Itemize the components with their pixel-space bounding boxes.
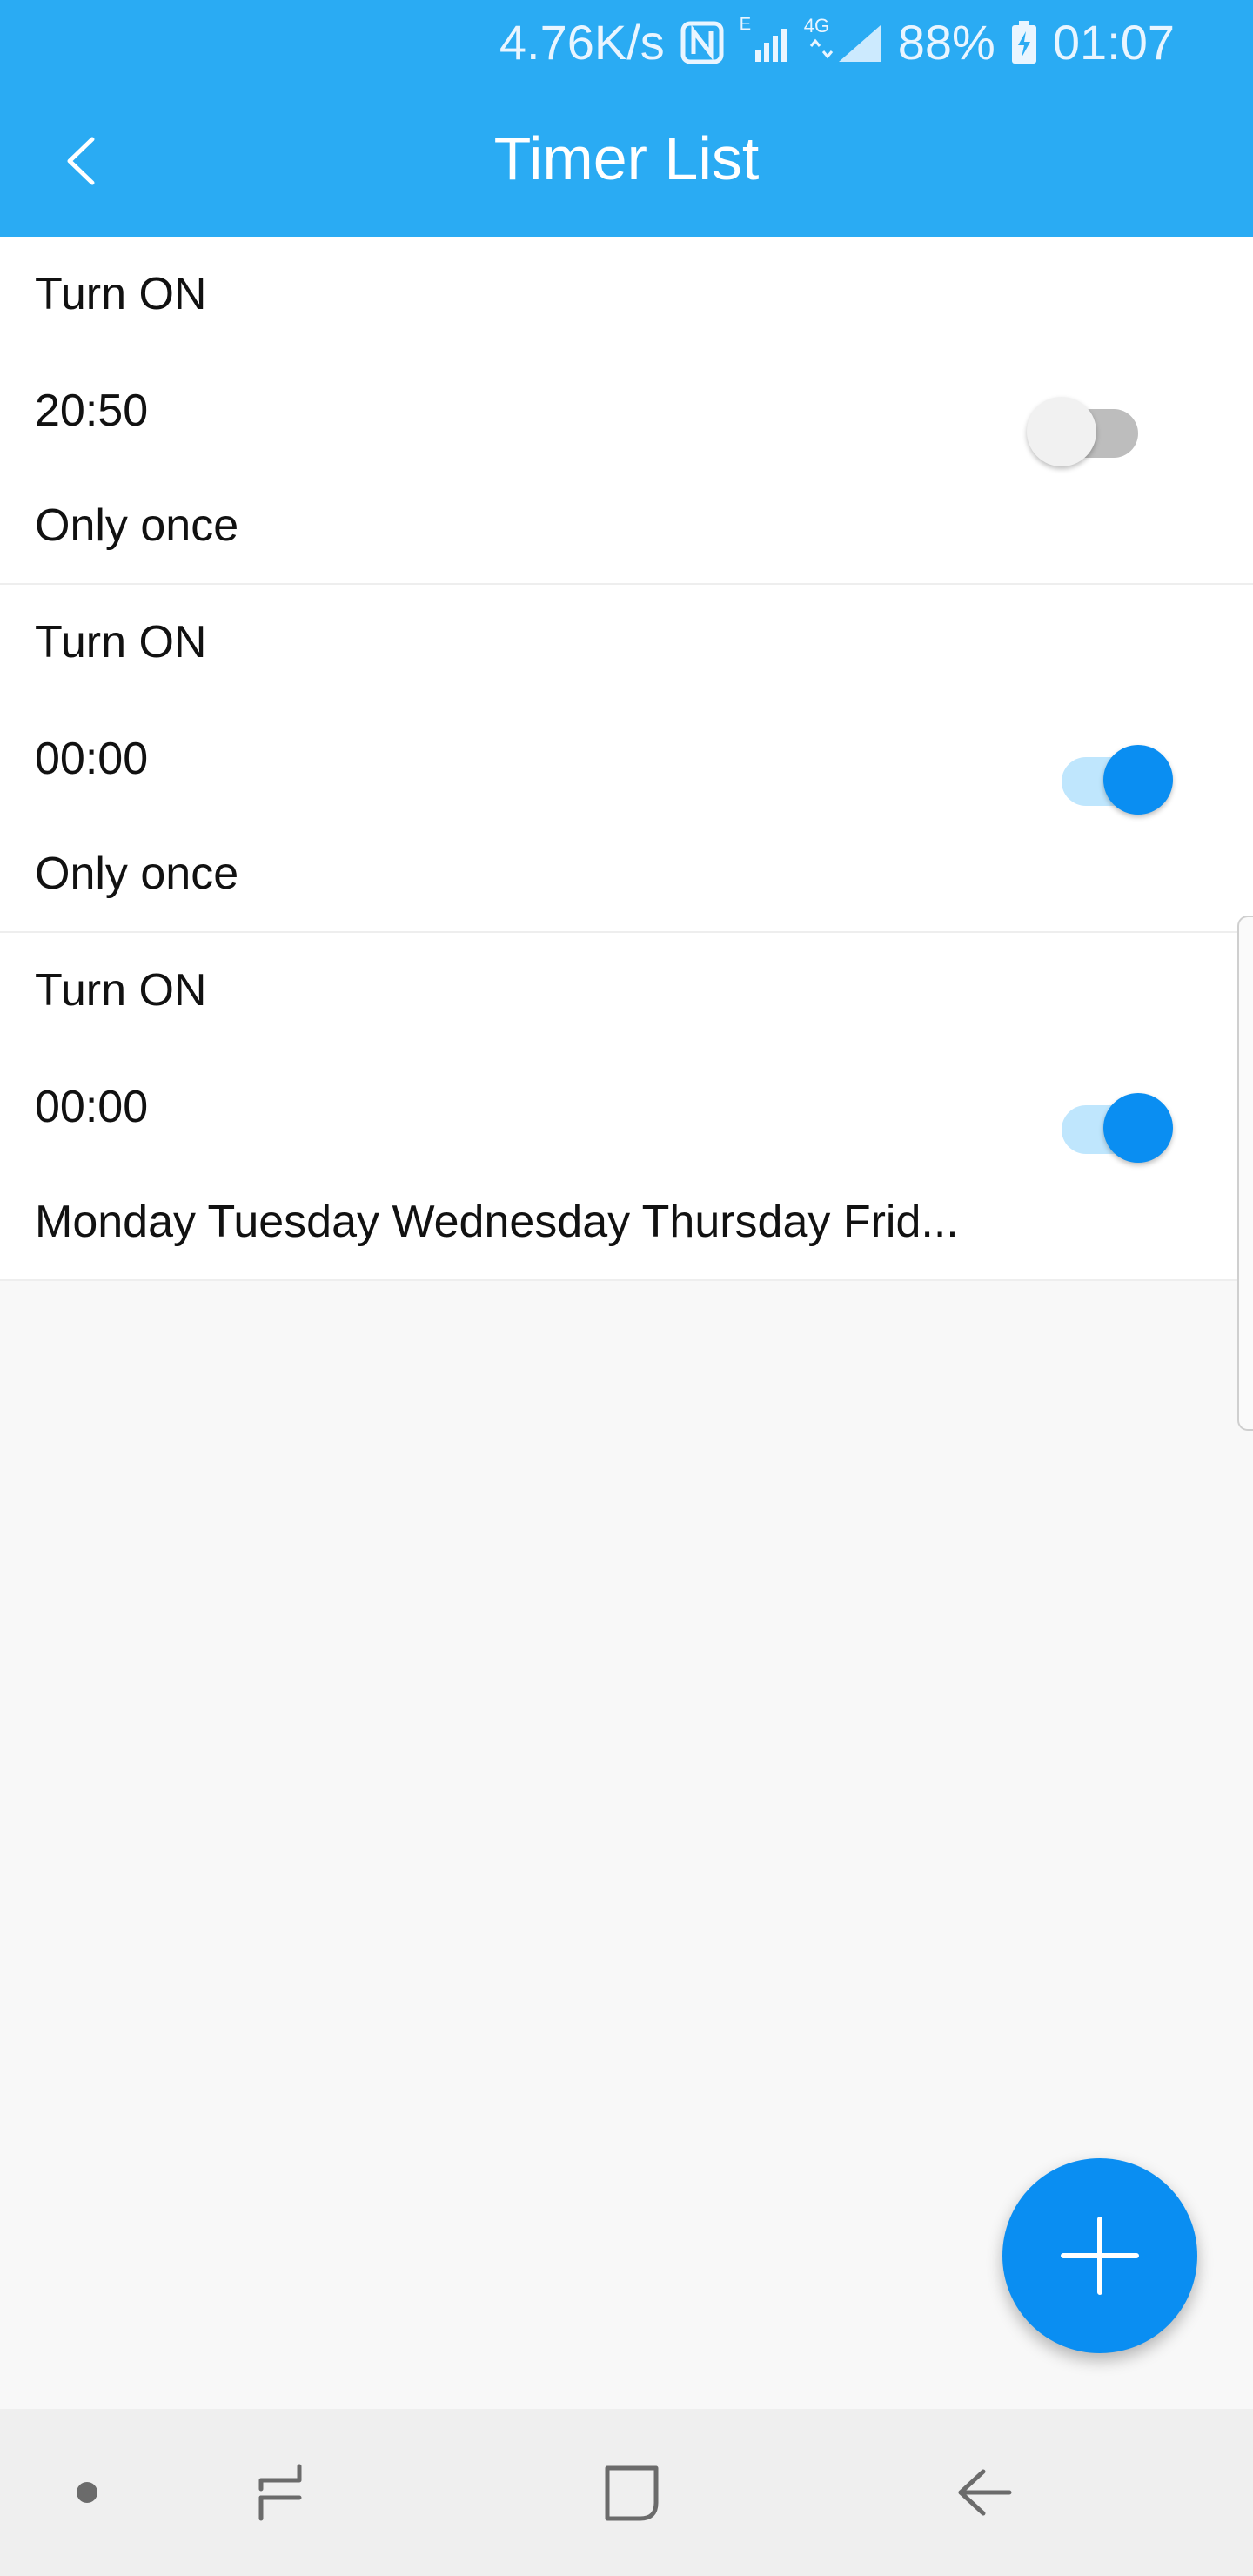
toggle-knob (1103, 745, 1173, 815)
nfc-icon (680, 21, 724, 64)
recent-apps-icon[interactable] (228, 2409, 332, 2576)
timer-action: Turn ON (35, 617, 207, 667)
timer-time: 20:50 (35, 386, 149, 436)
scroll-indicator[interactable] (1237, 916, 1253, 1431)
timer-toggle[interactable] (1055, 1081, 1176, 1163)
timer-toggle[interactable] (1055, 733, 1176, 815)
toggle-knob (1103, 1093, 1173, 1163)
battery-charging-icon (1011, 20, 1037, 64)
add-timer-button[interactable] (1002, 2158, 1197, 2353)
clock: 01:07 (1052, 15, 1175, 70)
timer-repeat: Only once (35, 849, 239, 899)
plus-icon (1061, 2217, 1139, 2295)
home-icon[interactable] (580, 2409, 684, 2576)
timer-action: Turn ON (35, 965, 207, 1016)
timer-repeat: Monday Tuesday Wednesday Thursday Frid..… (35, 1197, 959, 1247)
page-title: Timer List (493, 124, 760, 192)
timer-row[interactable]: Turn ON 20:50 Only once (0, 237, 1253, 585)
timer-toggle[interactable] (1027, 385, 1149, 466)
timer-time: 00:00 (35, 1082, 149, 1132)
battery-percent: 88% (897, 15, 995, 70)
timer-row[interactable]: Turn ON 00:00 Monday Tuesday Wednesday T… (0, 933, 1253, 1281)
system-nav-bar (0, 2409, 1253, 2576)
timer-repeat: Only once (35, 500, 239, 551)
network-speed: 4.76K/s (499, 15, 665, 70)
timer-action: Turn ON (35, 269, 207, 319)
timer-time: 00:00 (35, 734, 149, 784)
timer-row[interactable]: Turn ON 00:00 Only once (0, 585, 1253, 933)
toggle-knob (1027, 397, 1096, 466)
signal-e-icon: E (740, 15, 788, 67)
status-bar: 4.76K/s E 4G 88% 01:07 (0, 0, 1253, 84)
signal-4g-icon: 4G (804, 15, 882, 67)
dot-icon[interactable] (35, 2409, 139, 2576)
app-bar: Timer List (0, 84, 1253, 237)
back-arrow-icon[interactable] (931, 2409, 1035, 2576)
timer-list: Turn ON 20:50 Only once Turn ON 00:00 On… (0, 237, 1253, 1281)
